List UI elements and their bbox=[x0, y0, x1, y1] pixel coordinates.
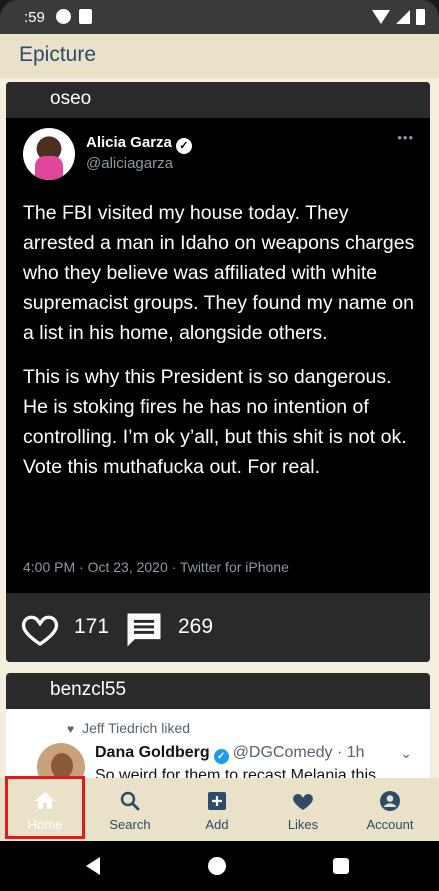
post-actions: 171 269 bbox=[6, 593, 430, 662]
app-bar: Epicture bbox=[0, 34, 439, 78]
likes-count: 171 bbox=[74, 615, 110, 638]
home-icon bbox=[35, 792, 55, 809]
heart-icon bbox=[293, 794, 313, 810]
author-name: Alicia Garza ✓ bbox=[86, 134, 192, 154]
more-options-icon: ••• bbox=[397, 130, 414, 145]
verified-icon: ✓ bbox=[175, 138, 192, 154]
nav-search-label: Search bbox=[109, 817, 151, 832]
author-avatar bbox=[23, 128, 75, 180]
author-avatar bbox=[37, 743, 85, 778]
tweet-text: So weird for them to recast Melania this bbox=[95, 767, 377, 778]
notification-icons bbox=[56, 9, 92, 24]
sd-card-icon bbox=[79, 9, 92, 24]
tweet-image[interactable]: ♥ Jeff Tiedrich liked Dana Goldberg ✓ @DGCo… bbox=[6, 709, 430, 778]
like-icon[interactable] bbox=[18, 609, 62, 649]
tweet-paragraph: This is why this President is so dangero… bbox=[23, 366, 407, 478]
post-card[interactable]: benzcl55 ♥ Jeff Tiedrich liked Dana Goldb… bbox=[6, 673, 430, 778]
system-icons bbox=[372, 9, 425, 25]
system-navigation-bar bbox=[0, 841, 439, 891]
post-username: oseo bbox=[6, 82, 430, 118]
chevron-down-icon: ⌄ bbox=[400, 745, 412, 761]
heart-icon: ♥ bbox=[67, 722, 75, 736]
nav-add[interactable]: Add bbox=[177, 778, 257, 841]
comments-count: 269 bbox=[178, 615, 214, 638]
author-name: Dana Goldberg ✓ @DGComedy · 1h bbox=[95, 744, 365, 764]
nav-search[interactable]: Search bbox=[90, 778, 170, 841]
nav-likes[interactable]: Likes bbox=[263, 778, 343, 841]
signal-icon bbox=[396, 10, 410, 24]
author-handle: @DGComedy · 1h bbox=[232, 744, 365, 761]
account-circle-icon bbox=[380, 791, 400, 811]
comment-icon[interactable] bbox=[121, 608, 167, 652]
nav-account-label: Account bbox=[366, 817, 414, 832]
phone-screen: :59 Epicture oseo Alicia Garza ✓ @aliciag… bbox=[0, 0, 439, 891]
nav-home-label: Home bbox=[27, 817, 63, 832]
wifi-icon bbox=[372, 10, 390, 24]
home-button[interactable] bbox=[208, 857, 226, 875]
post-username: benzcl55 bbox=[50, 679, 127, 700]
nav-home[interactable]: Home bbox=[5, 776, 85, 841]
app-title: Epicture bbox=[19, 43, 97, 66]
recents-button[interactable] bbox=[333, 858, 349, 874]
tweet-text: The FBI visited my house today. They arr… bbox=[23, 198, 418, 496]
tweet-meta: 4:00 PM · Oct 23, 2020 · Twitter for iPh… bbox=[23, 559, 289, 575]
author-handle: @aliciagarza bbox=[86, 155, 173, 172]
status-time: :59 bbox=[24, 9, 45, 26]
tweet-paragraph: The FBI visited my house today. They arr… bbox=[23, 202, 415, 344]
search-icon bbox=[120, 791, 140, 811]
tweet-image[interactable]: Alicia Garza ✓ @aliciagarza ••• The FBI v… bbox=[6, 118, 430, 593]
post-card[interactable]: oseo Alicia Garza ✓ @aliciagarza ••• The … bbox=[6, 82, 430, 662]
back-button[interactable] bbox=[86, 857, 100, 875]
verified-icon: ✓ bbox=[213, 749, 229, 764]
status-bar: :59 bbox=[0, 0, 439, 34]
nav-account[interactable]: Account bbox=[350, 778, 430, 841]
battery-icon bbox=[416, 9, 425, 25]
nav-add-label: Add bbox=[205, 817, 229, 832]
nav-likes-label: Likes bbox=[287, 817, 319, 832]
add-box-icon bbox=[208, 792, 226, 810]
bottom-navigation: Home Search Add Likes Account bbox=[0, 776, 439, 841]
app-notification-icon bbox=[56, 9, 71, 24]
feed[interactable]: oseo Alicia Garza ✓ @aliciagarza ••• The … bbox=[0, 78, 439, 778]
liked-by-line: ♥ Jeff Tiedrich liked bbox=[67, 720, 191, 736]
